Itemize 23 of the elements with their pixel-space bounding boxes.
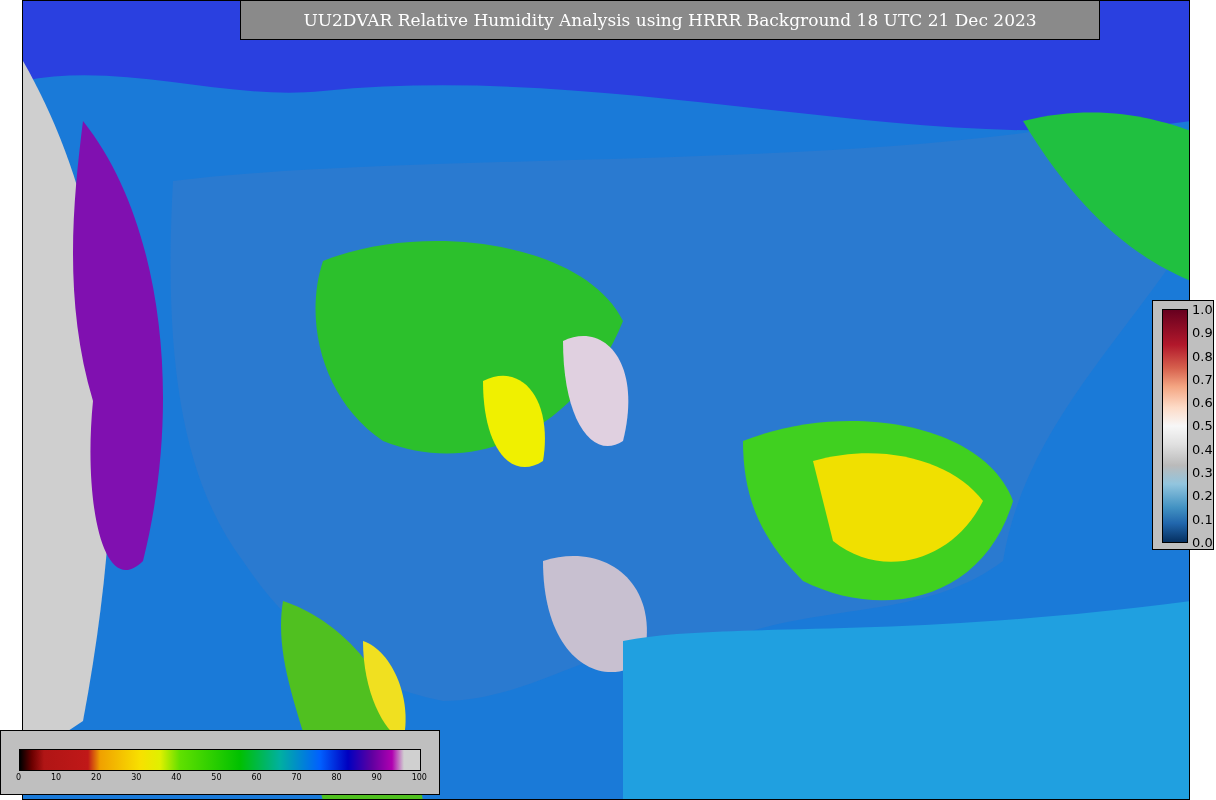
- tick-label: 0.8: [1192, 349, 1213, 363]
- tick-label: 0.1: [1192, 512, 1213, 526]
- tick-label: 30: [131, 773, 142, 782]
- tick-label: 0.7: [1192, 372, 1213, 386]
- tick-label: 0.4: [1192, 442, 1213, 456]
- map-title: UU2DVAR Relative Humidity Analysis using HRRR Background 18 UTC 21 Dec 2023: [240, 0, 1100, 40]
- tick-label: 40: [171, 773, 182, 782]
- tick-label: 0: [16, 773, 22, 782]
- tick-label: 0.2: [1192, 489, 1213, 503]
- tick-label: 0.0: [1192, 535, 1213, 549]
- tick-label: 80: [331, 773, 342, 782]
- tick-label: 20: [91, 773, 102, 782]
- tick-label: 100: [411, 773, 427, 782]
- tick-label: 0.9: [1192, 326, 1213, 340]
- tick-label: 60: [251, 773, 262, 782]
- tick-label: 50: [211, 773, 222, 782]
- tick-label: 10: [51, 773, 62, 782]
- tick-label: 90: [371, 773, 382, 782]
- tick-label: 0.6: [1192, 396, 1213, 410]
- tick-label: 0.5: [1192, 419, 1213, 433]
- tick-label: 0.3: [1192, 466, 1213, 480]
- tick-label: 70: [291, 773, 302, 782]
- tick-label: 1.0: [1192, 303, 1213, 316]
